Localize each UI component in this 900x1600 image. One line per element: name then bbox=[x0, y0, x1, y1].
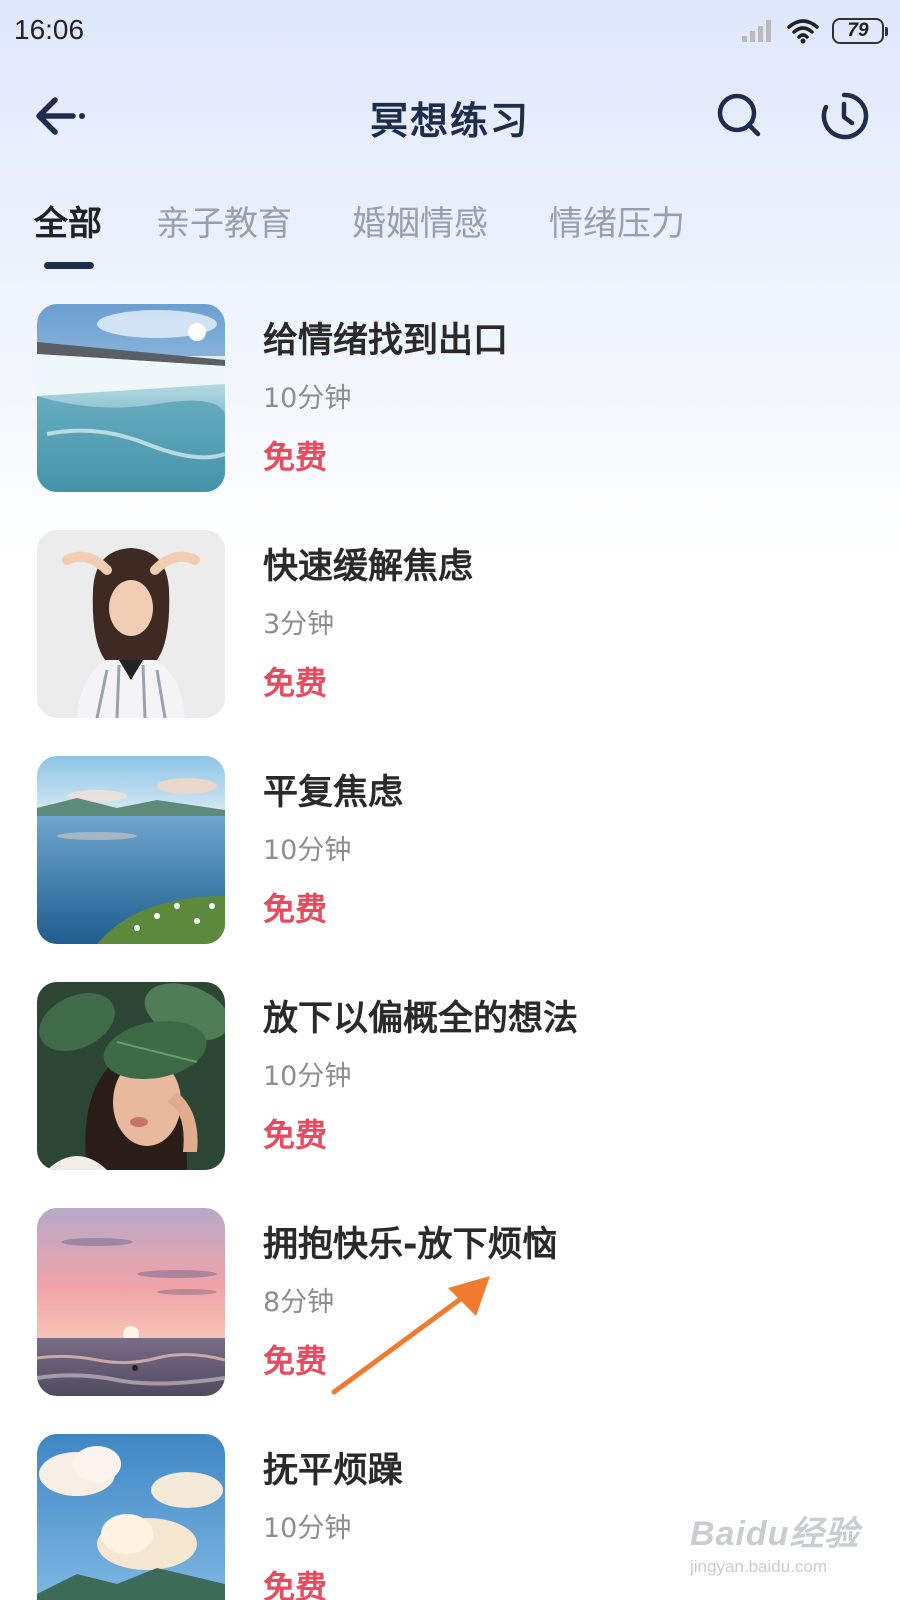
item-thumbnail bbox=[37, 756, 225, 944]
item-price: 免费 bbox=[263, 664, 328, 702]
history-button[interactable] bbox=[818, 90, 870, 142]
list-item[interactable]: 快速缓解焦虑 3分钟 免费 bbox=[0, 530, 900, 718]
item-duration: 3分钟 bbox=[263, 609, 335, 640]
item-title: 放下以偏概全的想法 bbox=[263, 999, 579, 1039]
battery-indicator: 79 bbox=[832, 18, 888, 44]
item-title: 平复焦虑 bbox=[263, 773, 404, 813]
list-item[interactable]: 放下以偏概全的想法 10分钟 免费 bbox=[0, 982, 900, 1170]
watermark-url: jingyan.baidu.com bbox=[690, 1557, 828, 1576]
waterfall-image bbox=[37, 304, 225, 492]
tab-marriage[interactable]: 婚姻情感 bbox=[352, 196, 488, 245]
sunset-image bbox=[37, 1208, 225, 1396]
stressed-woman-image bbox=[37, 530, 225, 718]
item-thumbnail bbox=[37, 1208, 225, 1396]
search-button[interactable] bbox=[714, 90, 766, 142]
clouds-image bbox=[37, 1434, 225, 1600]
item-duration: 10分钟 bbox=[263, 835, 352, 866]
status-icons: 79 bbox=[740, 14, 888, 48]
item-duration: 10分钟 bbox=[263, 1061, 352, 1092]
item-title: 抚平烦躁 bbox=[263, 1451, 404, 1491]
wifi-icon bbox=[787, 19, 819, 44]
signal-icon bbox=[742, 20, 771, 42]
item-title: 拥抱快乐-放下烦恼 bbox=[263, 1225, 558, 1265]
search-icon bbox=[717, 93, 761, 137]
item-price: 免费 bbox=[263, 1568, 328, 1600]
tab-parenting[interactable]: 亲子教育 bbox=[156, 196, 292, 245]
item-title: 给情绪找到出口 bbox=[263, 321, 509, 361]
tab-all[interactable]: 全部 bbox=[34, 196, 102, 245]
watermark: Baidu经验 jingyan.baidu.com bbox=[690, 1506, 880, 1590]
item-title: 快速缓解焦虑 bbox=[263, 547, 474, 587]
tab-stress[interactable]: 情绪压力 bbox=[549, 196, 685, 245]
item-thumbnail bbox=[37, 530, 225, 718]
category-tabs: 全部 亲子教育 婚姻情感 情绪压力 bbox=[0, 190, 900, 270]
item-duration: 8分钟 bbox=[263, 1287, 335, 1318]
item-duration: 10分钟 bbox=[263, 1513, 352, 1544]
annotation-arrow-icon bbox=[331, 1276, 490, 1395]
list-item[interactable]: 平复焦虑 10分钟 免费 bbox=[0, 756, 900, 944]
woman-leaves-image bbox=[37, 982, 225, 1170]
item-price: 免费 bbox=[263, 1116, 328, 1154]
nav-bar: 冥想练习 bbox=[0, 78, 900, 154]
watermark-logo: Baidu经验 bbox=[690, 1515, 860, 1553]
item-price: 免费 bbox=[263, 1342, 328, 1380]
active-tab-indicator bbox=[44, 262, 94, 269]
item-duration: 10分钟 bbox=[263, 383, 352, 414]
status-time: 16:06 bbox=[14, 14, 85, 45]
battery-level: 79 bbox=[847, 20, 869, 41]
item-thumbnail bbox=[37, 982, 225, 1170]
list-item[interactable]: 给情绪找到出口 10分钟 免费 bbox=[0, 304, 900, 492]
item-thumbnail bbox=[37, 304, 225, 492]
item-price: 免费 bbox=[263, 890, 328, 928]
status-bar: 16:06 79 bbox=[0, 0, 900, 62]
lake-image bbox=[37, 756, 225, 944]
clock-icon bbox=[821, 92, 869, 140]
item-thumbnail bbox=[37, 1434, 225, 1600]
item-price: 免费 bbox=[263, 438, 328, 476]
